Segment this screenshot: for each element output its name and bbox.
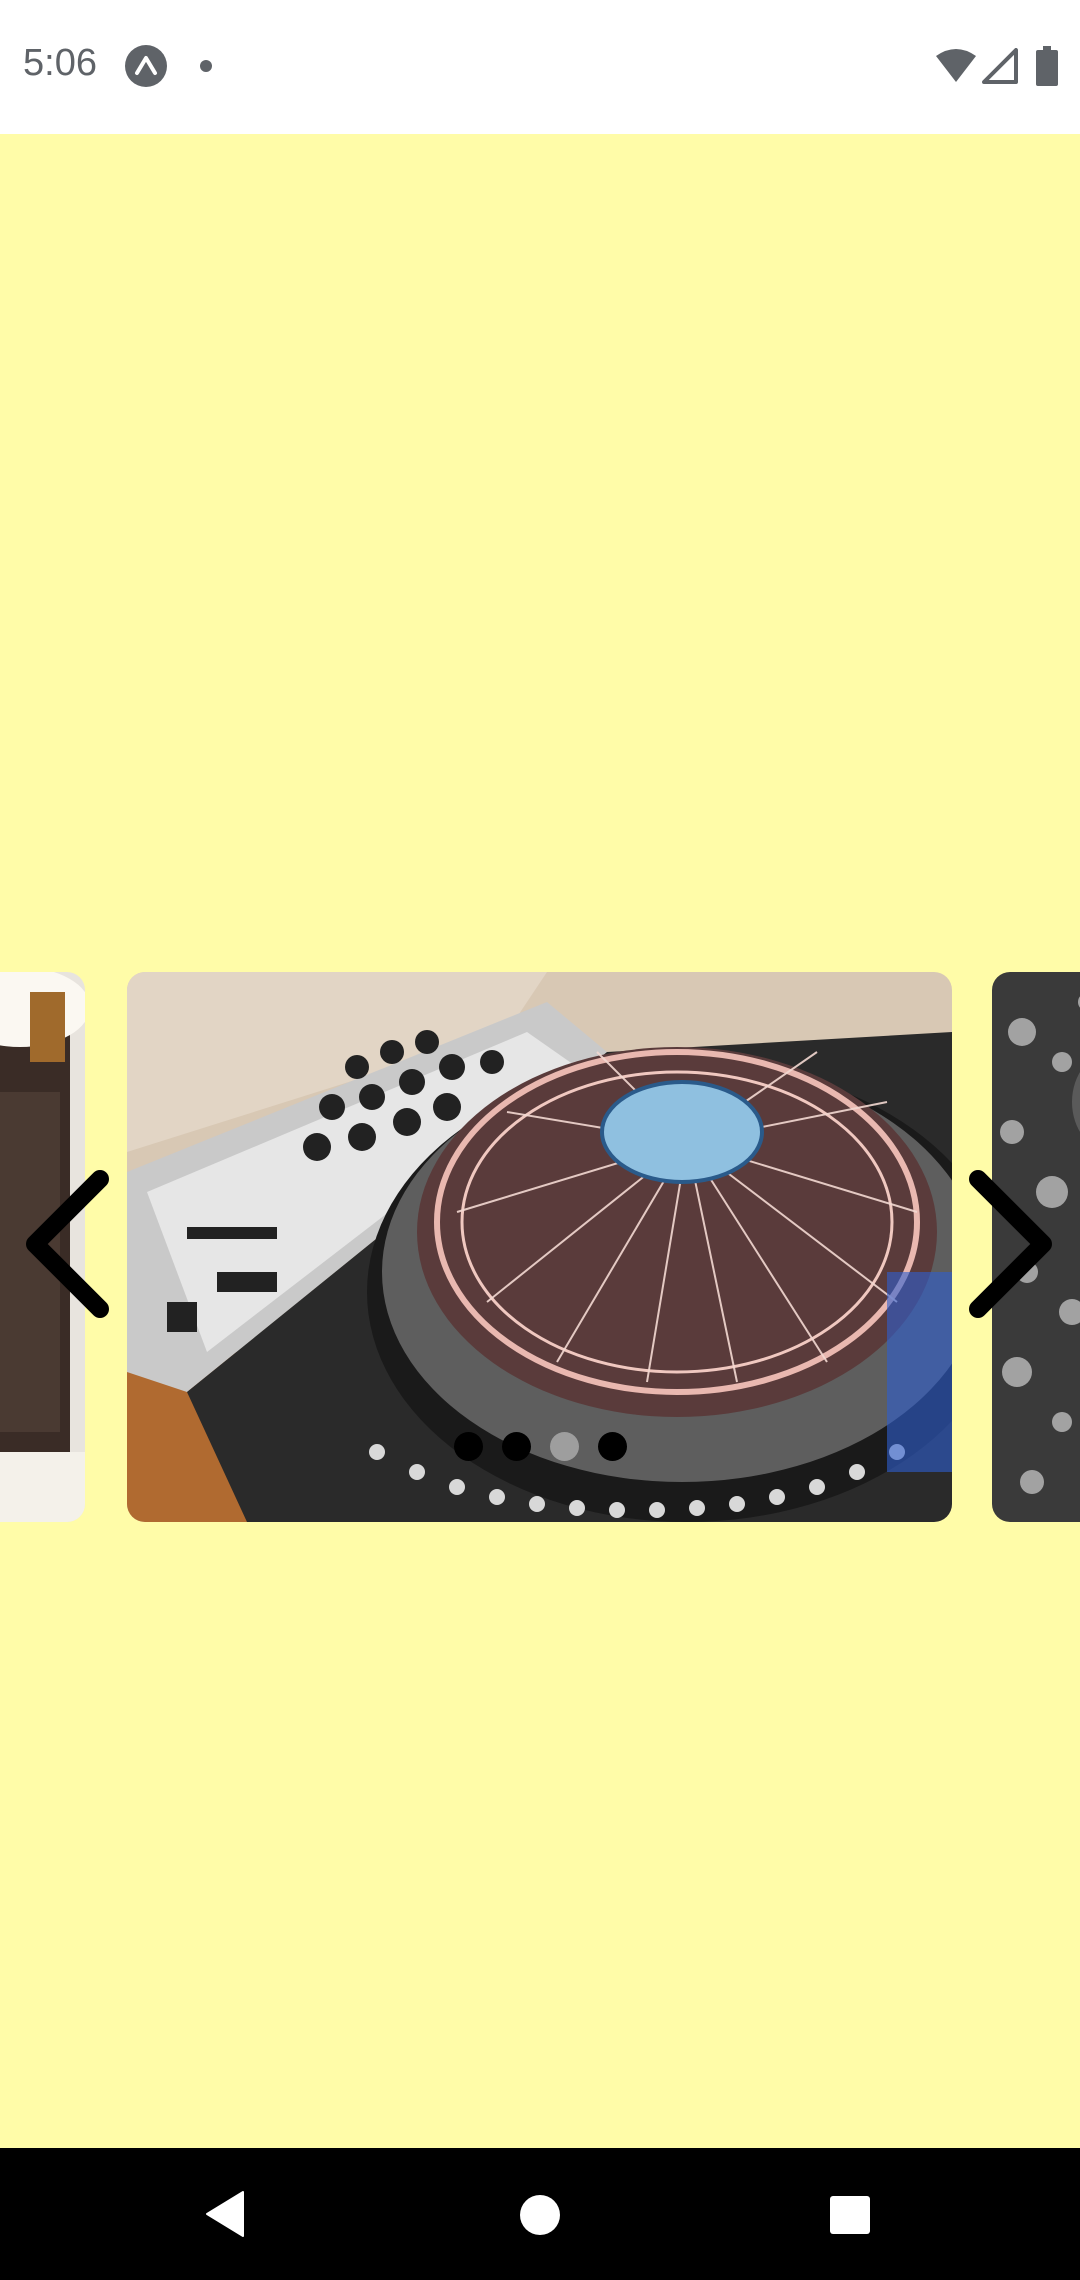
back-icon[interactable] bbox=[203, 2190, 247, 2238]
notification-dot-icon bbox=[200, 60, 212, 72]
chevron-left-icon[interactable] bbox=[20, 1169, 110, 1319]
battery-icon bbox=[1036, 46, 1058, 86]
expo-icon bbox=[125, 45, 167, 87]
pagination-dot-2[interactable] bbox=[501, 1432, 531, 1461]
recents-icon[interactable] bbox=[829, 2195, 871, 2235]
pagination-dot-4[interactable] bbox=[597, 1432, 627, 1461]
carousel-pagination bbox=[0, 1432, 1080, 1462]
pagination-dot-1[interactable] bbox=[453, 1432, 483, 1461]
main-content bbox=[0, 134, 1080, 2148]
home-icon[interactable] bbox=[519, 2194, 561, 2236]
status-bar: 5:06 bbox=[0, 0, 1080, 134]
chevron-right-icon[interactable] bbox=[968, 1169, 1058, 1319]
system-navigation-bar bbox=[0, 2148, 1080, 2280]
status-time: 5:06 bbox=[23, 42, 97, 84]
pagination-dot-3-active[interactable] bbox=[549, 1432, 579, 1461]
cellular-signal-icon bbox=[982, 48, 1018, 84]
wifi-icon bbox=[936, 49, 976, 82]
